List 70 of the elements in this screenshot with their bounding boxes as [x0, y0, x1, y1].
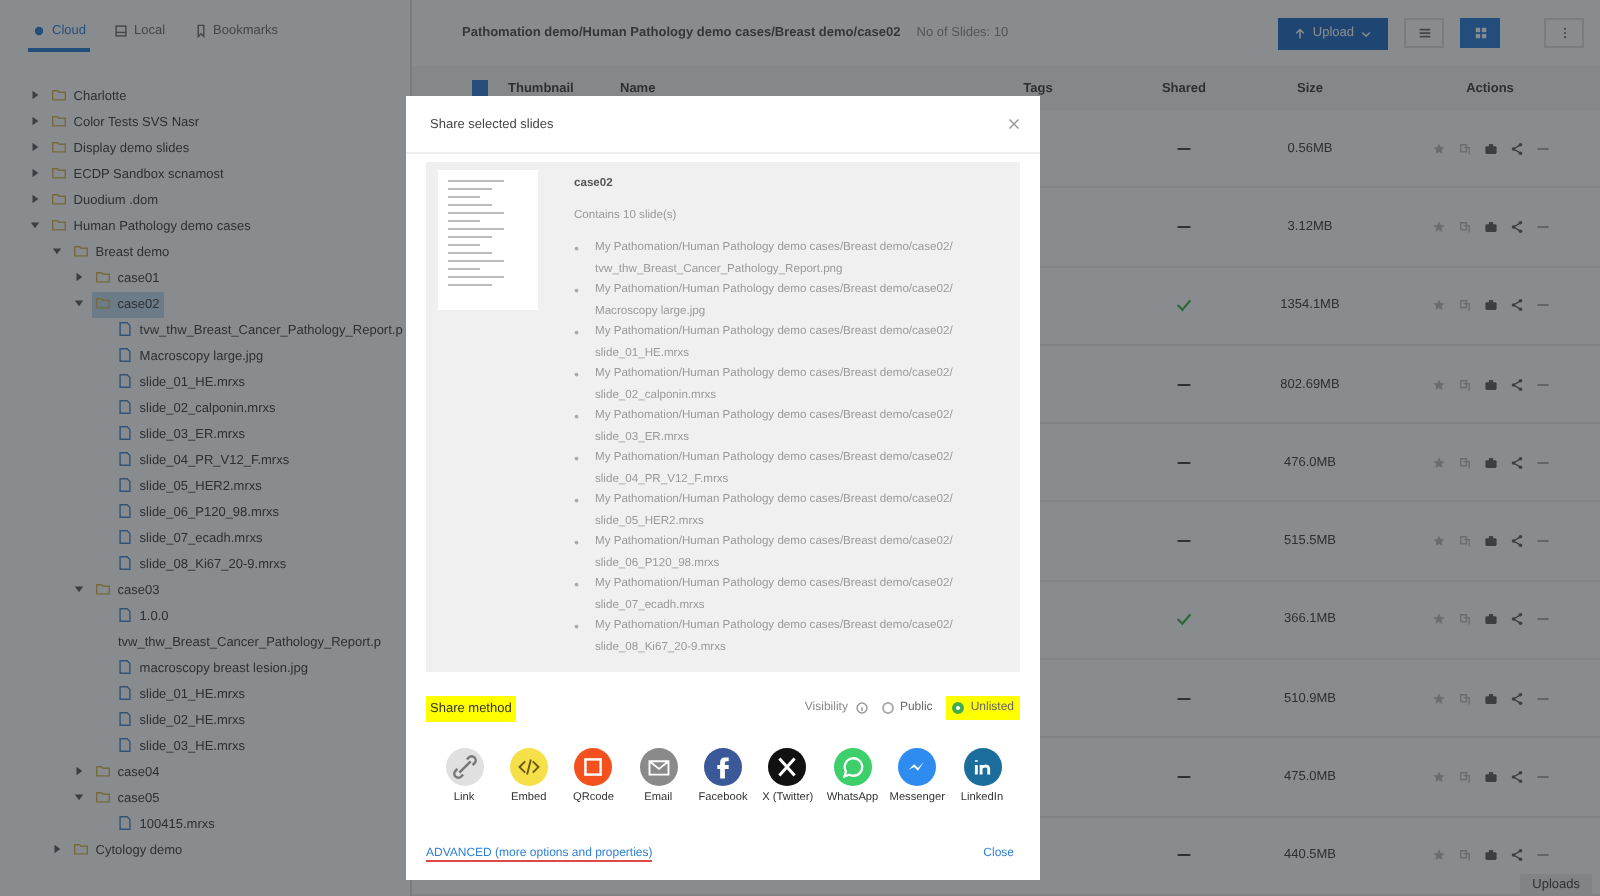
share-icon[interactable] [1509, 141, 1523, 156]
share-icon[interactable] [1509, 534, 1523, 549]
share-icon[interactable] [1509, 455, 1523, 470]
star-icon[interactable] [1431, 534, 1445, 549]
caret-icon[interactable] [30, 142, 40, 152]
document-thumbnail-drawing [438, 170, 538, 310]
share-icon[interactable] [1509, 691, 1523, 706]
camera-icon[interactable] [1483, 770, 1497, 785]
share-icon[interactable] [1509, 298, 1523, 313]
copy-icon[interactable] [1457, 455, 1471, 470]
caret-icon[interactable] [74, 272, 84, 282]
caret-icon[interactable] [30, 90, 40, 100]
copy-icon[interactable] [1457, 141, 1471, 156]
caret-icon[interactable] [52, 844, 62, 854]
caret-icon[interactable] [74, 298, 84, 308]
star-icon[interactable] [1431, 770, 1445, 785]
list-view-button[interactable] [1404, 18, 1444, 49]
caret-icon[interactable] [30, 116, 40, 126]
caret-icon[interactable] [30, 194, 40, 204]
copy-icon[interactable] [1457, 534, 1471, 549]
list-icon [1417, 26, 1431, 41]
star-icon[interactable] [1431, 377, 1445, 392]
caret-icon[interactable] [52, 246, 62, 256]
caret-icon[interactable] [74, 584, 84, 594]
caret-icon[interactable] [74, 766, 84, 776]
star-icon[interactable] [1431, 848, 1445, 863]
camera-icon[interactable] [1483, 219, 1497, 234]
camera-icon[interactable] [1483, 141, 1497, 156]
caret-icon[interactable] [30, 168, 40, 178]
share-icon[interactable] [1509, 219, 1523, 234]
file-icon [118, 816, 132, 830]
select-all-checkbox[interactable] [472, 80, 488, 97]
camera-icon[interactable] [1483, 377, 1497, 392]
folder-icon [96, 582, 110, 596]
copy-icon[interactable] [1457, 770, 1471, 785]
star-icon[interactable] [1431, 219, 1445, 234]
caret-icon[interactable] [30, 220, 40, 230]
camera-icon[interactable] [1483, 298, 1497, 313]
camera-icon[interactable] [1483, 691, 1497, 706]
caret-icon[interactable] [74, 792, 84, 802]
share-icon[interactable] [1509, 612, 1523, 627]
share-icon[interactable] [1509, 848, 1523, 863]
info-icon[interactable] [855, 702, 868, 714]
copy-icon[interactable] [1457, 219, 1471, 234]
camera-icon[interactable] [1483, 848, 1497, 863]
copy-icon[interactable] [1457, 377, 1471, 392]
upload-icon [1294, 27, 1307, 40]
copy-icon[interactable] [1457, 848, 1471, 863]
bookmark-icon [193, 24, 208, 38]
grid-view-button[interactable] [1460, 18, 1500, 49]
drive-icon [113, 24, 128, 38]
folder-icon [74, 842, 88, 856]
chevron-down-icon [1360, 27, 1372, 40]
share-icon[interactable] [1509, 377, 1523, 392]
close-icon[interactable] [1008, 118, 1020, 130]
star-icon[interactable] [1431, 691, 1445, 706]
share-icon[interactable] [1509, 770, 1523, 785]
star-icon[interactable] [1431, 612, 1445, 627]
file-icon [118, 608, 132, 622]
star-icon[interactable] [1431, 298, 1445, 313]
star-icon[interactable] [1431, 455, 1445, 470]
camera-icon[interactable] [1483, 455, 1497, 470]
star-icon[interactable] [1431, 141, 1445, 156]
copy-icon[interactable] [1457, 612, 1471, 627]
copy-icon[interactable] [1457, 298, 1471, 313]
camera-icon[interactable] [1483, 612, 1497, 627]
copy-icon[interactable] [1457, 691, 1471, 706]
cloud-icon [32, 24, 46, 38]
camera-icon[interactable] [1483, 534, 1497, 549]
grid-icon [1473, 26, 1487, 41]
